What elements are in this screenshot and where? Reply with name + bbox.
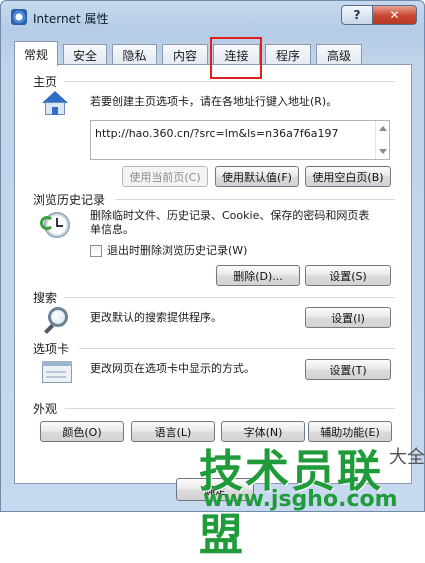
- internet-properties-window: Internet 属性 ? ✕ 常规 安全 隐私 内容 连接 程序 高级 主页 …: [0, 0, 425, 561]
- tab-advanced[interactable]: 高级: [316, 44, 362, 65]
- scroll-up-icon[interactable]: [379, 126, 387, 131]
- search-group-label: 搜索: [33, 291, 58, 305]
- appearance-group-divider: [65, 408, 395, 409]
- use-blank-button[interactable]: 使用空白页(B): [305, 166, 391, 187]
- tabs-group-divider: [79, 348, 395, 349]
- appearance-group-label: 外观: [33, 402, 58, 416]
- delete-on-exit-checkbox[interactable]: [90, 245, 102, 257]
- tabs-window-icon: [42, 361, 74, 385]
- tab-general[interactable]: 常规: [14, 41, 58, 66]
- tab-security[interactable]: 安全: [63, 44, 107, 65]
- home-description: 若要创建主页选项卡，请在各地址行键入地址(R)。: [90, 95, 338, 108]
- site-watermark: 技术员联盟 大全 www.jsgho.com: [199, 435, 425, 561]
- help-button[interactable]: ?: [341, 5, 373, 25]
- use-default-button[interactable]: 使用默认值(F): [215, 166, 299, 187]
- tab-privacy[interactable]: 隐私: [112, 44, 157, 65]
- history-description: 删除临时文件、历史记录、Cookie、保存的密码和网页表单信息。: [90, 209, 370, 236]
- tabs-settings-button[interactable]: 设置(T): [305, 359, 391, 380]
- window-title: Internet 属性: [33, 12, 109, 26]
- search-magnifier-icon: [42, 307, 72, 337]
- history-clock-icon: [40, 210, 72, 240]
- search-description: 更改默认的搜索提供程序。: [90, 311, 222, 324]
- home-url-value: http://hao.360.cn/?src=lm&ls=n36a7f6a197: [95, 127, 339, 140]
- home-group-divider: [65, 81, 395, 82]
- watermark-side-text: 大全: [389, 447, 425, 468]
- history-settings-button[interactable]: 设置(S): [305, 265, 391, 286]
- url-scrollbar[interactable]: [375, 121, 389, 159]
- home-group-label: 主页: [33, 75, 58, 89]
- tab-content[interactable]: 内容: [162, 44, 208, 65]
- history-group-divider: [115, 199, 395, 200]
- search-group-divider: [65, 297, 395, 298]
- use-current-button[interactable]: 使用当前页(C): [122, 166, 208, 187]
- home-house-icon: [40, 91, 70, 117]
- general-tab-panel: 主页 若要创建主页选项卡，请在各地址行键入地址(R)。 http://hao.3…: [14, 64, 412, 484]
- watermark-url: www.jsgho.com: [203, 487, 398, 512]
- home-url-textarea[interactable]: http://hao.360.cn/?src=lm&ls=n36a7f6a197: [90, 120, 390, 160]
- tabs-description: 更改网页在选项卡中显示的方式。: [90, 362, 255, 375]
- colors-button[interactable]: 颜色(O): [40, 421, 124, 442]
- history-delete-button[interactable]: 删除(D)...: [216, 265, 300, 286]
- scroll-down-icon[interactable]: [379, 149, 387, 154]
- connections-highlight-box: [210, 37, 262, 79]
- search-settings-button[interactable]: 设置(I): [305, 307, 391, 328]
- history-group-label: 浏览历史记录: [33, 193, 106, 207]
- title-bar[interactable]: Internet 属性 ? ✕: [1, 1, 424, 33]
- tab-programs[interactable]: 程序: [265, 44, 311, 65]
- tabs-group-label: 选项卡: [33, 342, 70, 356]
- delete-on-exit-label: 退出时删除浏览历史记录(W): [107, 244, 248, 257]
- internet-explorer-icon: [11, 9, 27, 25]
- close-button[interactable]: ✕: [372, 5, 417, 25]
